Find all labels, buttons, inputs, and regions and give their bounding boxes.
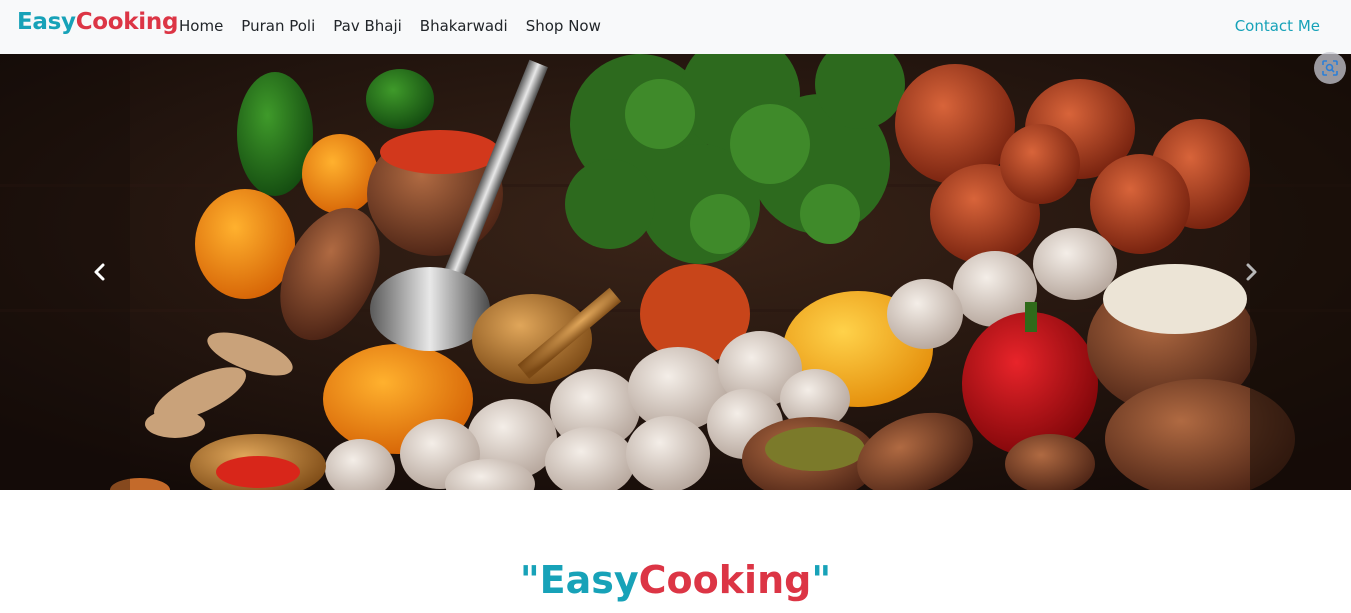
brand-easy: Easy <box>17 9 76 35</box>
page-title: "EasyCooking" <box>0 556 1351 604</box>
carousel-prev-button[interactable] <box>0 54 200 490</box>
title-easy: Easy <box>539 558 639 602</box>
title-quote-close: " <box>811 558 832 602</box>
nav-links: Home Puran Poli Pav Bhaji Bhakarwadi Sho… <box>170 17 610 35</box>
title-cooking: Cooking <box>638 558 812 602</box>
nav-link-pav-bhaji[interactable]: Pav Bhaji <box>324 17 411 35</box>
navbar: EasyCooking Home Puran Poli Pav Bhaji Bh… <box>0 0 1351 54</box>
nav-link-puran-poli[interactable]: Puran Poli <box>232 17 324 35</box>
chevron-right-icon <box>1246 263 1257 281</box>
visual-search-icon <box>1322 60 1338 76</box>
chevron-left-icon <box>94 263 105 281</box>
brand-cooking: Cooking <box>75 9 179 35</box>
hero-carousel <box>0 54 1351 490</box>
vegetables-spices-photo <box>0 54 1351 490</box>
nav-link-home[interactable]: Home <box>170 17 232 35</box>
nav-link-bhakarwadi[interactable]: Bhakarwadi <box>411 17 517 35</box>
brand-logo-link[interactable]: EasyCooking <box>17 9 178 35</box>
nav-link-shop-now[interactable]: Shop Now <box>517 17 610 35</box>
carousel-next-button[interactable] <box>1151 54 1351 490</box>
contact-me-link[interactable]: Contact Me <box>1235 17 1320 35</box>
visual-search-button[interactable] <box>1314 52 1346 84</box>
title-quote-open: " <box>519 558 540 602</box>
